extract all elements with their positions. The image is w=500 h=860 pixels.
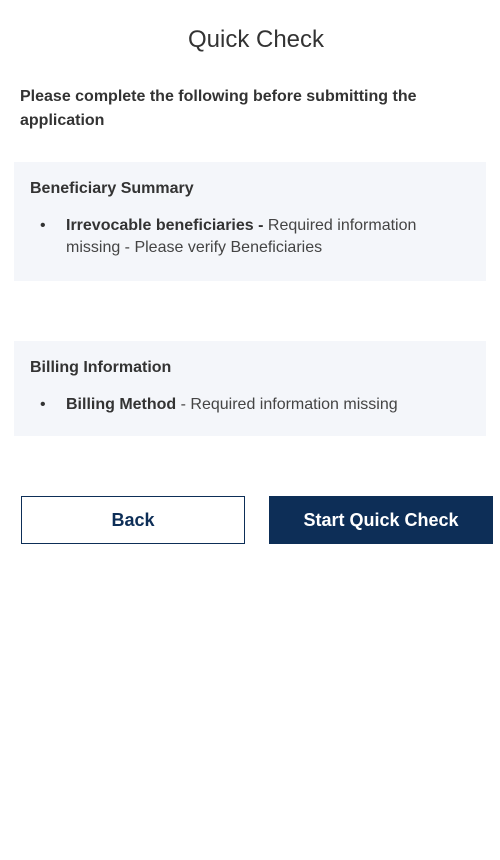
- bullet-icon: •: [40, 396, 46, 413]
- billing-information-title: Billing Information: [30, 359, 172, 376]
- item-label: Irrevocable beneficiaries -: [66, 217, 264, 234]
- list-item: • Billing Method - Required information …: [30, 394, 470, 416]
- start-quick-check-button[interactable]: Start Quick Check: [269, 496, 493, 544]
- item-detail: - Required information missing: [176, 396, 398, 413]
- bullet-icon: •: [40, 217, 46, 234]
- intro-text: Please complete the following before sub…: [20, 88, 417, 129]
- beneficiary-summary-card: Beneficiary Summary • Irrevocable benefi…: [14, 162, 486, 281]
- page-title: Quick Check: [187, 26, 325, 53]
- list-item: • Irrevocable beneficiaries - Required i…: [30, 215, 470, 259]
- beneficiary-summary-title: Beneficiary Summary: [30, 180, 194, 197]
- billing-information-card: Billing Information • Billing Method - R…: [14, 341, 486, 436]
- quick-check-page: Quick Check Please complete the followin…: [0, 0, 500, 860]
- back-button[interactable]: Back: [21, 496, 245, 544]
- item-label: Billing Method: [66, 396, 177, 413]
